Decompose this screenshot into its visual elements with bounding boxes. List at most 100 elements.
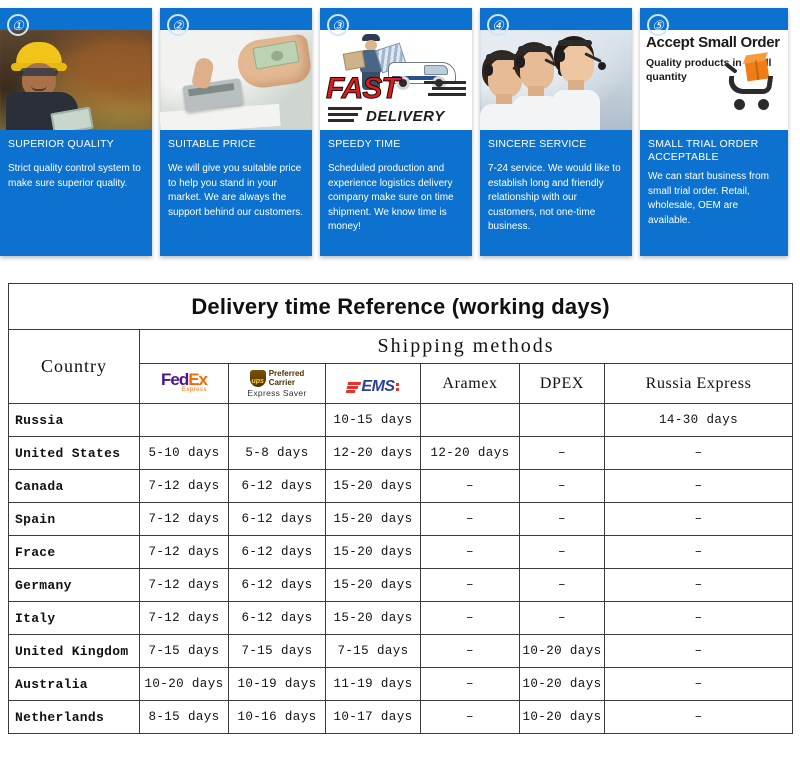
cell-dpex: – <box>519 469 605 503</box>
cell-fedex <box>139 403 229 437</box>
cell-aramex <box>420 403 520 437</box>
cell-russia: – <box>603 568 794 602</box>
cell-country: Italy <box>8 601 140 635</box>
cell-ups: 6-12 days <box>228 502 326 536</box>
cell-ems: 11-19 days <box>325 667 421 701</box>
cell-country: Spain <box>8 502 140 536</box>
page-root: ① SUPERIOR QUALITY Strict quality contro… <box>0 0 800 758</box>
feature-card-suitable-price[interactable]: ② SUITABLE PRICE We will give you suitab… <box>160 8 312 256</box>
cell-aramex: – <box>420 601 520 635</box>
cell-dpex: 10-20 days <box>519 634 605 668</box>
cell-ems: 12-20 days <box>325 436 421 470</box>
cell-country: Russia <box>8 403 140 437</box>
cell-fedex: 7-12 days <box>139 535 229 569</box>
cell-dpex: 10-20 days <box>519 700 605 734</box>
accept-small-order-heading: Accept Small Order <box>646 34 780 51</box>
cell-country: Frace <box>8 535 140 569</box>
cell-ems: 10-17 days <box>325 700 421 734</box>
table-row: United States 5-10 days 5-8 days 12-20 days… <box>8 436 794 470</box>
call-center-photo <box>480 30 632 130</box>
card-number-badge-1: ① <box>7 14 29 36</box>
cell-ups: 10-16 days <box>228 700 326 734</box>
cell-aramex: – <box>420 535 520 569</box>
ups-shield-icon: ups <box>249 369 266 387</box>
table-row: Netherlands 8-15 days 10-16 days 10-17 days… <box>8 700 794 734</box>
cell-fedex: 8-15 days <box>139 700 229 734</box>
table-group-header-row: Country Shipping methods <box>8 329 794 404</box>
table-title: Delivery time Reference (working days) <box>7 283 794 330</box>
cell-country: Canada <box>8 469 140 503</box>
fast-wordmark: FAST <box>326 72 401 105</box>
cell-ups: 6-12 days <box>228 469 326 503</box>
card-title-3: SPEEDY TIME <box>328 138 401 150</box>
cell-russia: – <box>603 601 794 635</box>
cell-russia: – <box>603 469 794 503</box>
delivery-time-table-wrapper: Delivery time Reference (working days) C… <box>7 283 794 734</box>
factory-worker-photo <box>0 30 152 130</box>
card-number-badge-2: ② <box>167 14 189 36</box>
column-header-fedex: FedEx Express <box>139 363 229 404</box>
table-body: Russia 10-15 days 14-30 days United States 5… <box>8 403 794 734</box>
cell-ems: 15-20 days <box>325 601 421 635</box>
cell-ems: 15-20 days <box>325 568 421 602</box>
card-number-badge-5: ⑤ <box>647 14 669 36</box>
cell-ups: 5-8 days <box>228 436 326 470</box>
column-header-country: Country <box>8 329 140 404</box>
cell-aramex: – <box>420 634 520 668</box>
table-row: Australia 10-20 days 10-19 days 11-19 days –… <box>8 667 794 701</box>
table-row: Italy 7-12 days 6-12 days 15-20 days – – – <box>8 601 794 635</box>
cell-ups: 6-12 days <box>228 601 326 635</box>
cell-ems: 15-20 days <box>325 469 421 503</box>
fast-delivery-graphic: FAST DELIVERY <box>320 30 472 130</box>
cell-fedex: 5-10 days <box>139 436 229 470</box>
card-title-2: SUITABLE PRICE <box>168 138 256 150</box>
table-row: Frace 7-12 days 6-12 days 15-20 days – – – <box>8 535 794 569</box>
table-row: United Kingdom 7-15 days 7-15 days 7-15 day… <box>8 634 794 668</box>
cell-country: Germany <box>8 568 140 602</box>
cell-ems: 15-20 days <box>325 502 421 536</box>
delivery-time-table: Delivery time Reference (working days) C… <box>7 283 794 734</box>
ups-logo-line2: Carrier <box>268 378 295 388</box>
feature-card-sincere-service[interactable]: ④ SINCERE SERVICE 7-24 service. We would… <box>480 8 632 256</box>
column-header-russia-express: Russia Express <box>603 363 794 404</box>
card-body-5: We can start business from small trial o… <box>648 171 769 226</box>
cell-ups <box>228 403 326 437</box>
table-title-row: Delivery time Reference (working days) <box>7 283 794 330</box>
cell-country: United Kingdom <box>8 634 140 668</box>
cell-dpex: – <box>519 601 605 635</box>
cell-ups: 6-12 days <box>228 568 326 602</box>
table-row: Russia 10-15 days 14-30 days <box>8 403 794 437</box>
column-header-aramex: Aramex <box>420 363 520 404</box>
shopping-cart-icon <box>724 58 782 110</box>
cell-aramex: – <box>420 700 520 734</box>
cell-aramex: – <box>420 469 520 503</box>
feature-card-strip: ① SUPERIOR QUALITY Strict quality contro… <box>0 8 800 256</box>
card-body-3: Scheduled production and experience logi… <box>328 163 454 232</box>
cell-country: Netherlands <box>8 700 140 734</box>
accept-small-order-banner: Accept Small Order Quality products in s… <box>640 30 788 130</box>
cell-fedex: 10-20 days <box>139 667 229 701</box>
cell-russia: – <box>603 535 794 569</box>
card-body-2: We will give you suitable price to help … <box>168 163 304 218</box>
cell-ups: 7-15 days <box>228 634 326 668</box>
cell-dpex: – <box>519 535 605 569</box>
feature-card-small-trial-order[interactable]: ⑤ Accept Small Order Quality products in… <box>640 8 788 256</box>
card-title-4: SINCERE SERVICE <box>488 138 587 150</box>
cell-aramex: 12-20 days <box>420 436 520 470</box>
cell-dpex: – <box>519 568 605 602</box>
ems-logo-word: EMS <box>361 377 395 395</box>
cell-russia: – <box>603 667 794 701</box>
cell-country: Australia <box>8 667 140 701</box>
cell-ems: 15-20 days <box>325 535 421 569</box>
card-title-5: SMALL TRIAL ORDER ACCEPTABLE <box>648 138 759 164</box>
parcel-box-icon <box>342 50 366 71</box>
feature-card-superior-quality[interactable]: ① SUPERIOR QUALITY Strict quality contro… <box>0 8 152 256</box>
cell-fedex: 7-12 days <box>139 469 229 503</box>
feature-card-speedy-time[interactable]: ③ FAST DELIVERY SPEEDY TIME Scheduled pr… <box>320 8 472 256</box>
cell-fedex: 7-15 days <box>139 634 229 668</box>
cell-dpex: 10-20 days <box>519 667 605 701</box>
ups-logo-line1: Preferred <box>268 369 305 379</box>
column-header-dpex: DPEX <box>519 363 605 404</box>
card-title-1: SUPERIOR QUALITY <box>8 138 114 150</box>
delivery-wordmark: DELIVERY <box>366 108 445 125</box>
